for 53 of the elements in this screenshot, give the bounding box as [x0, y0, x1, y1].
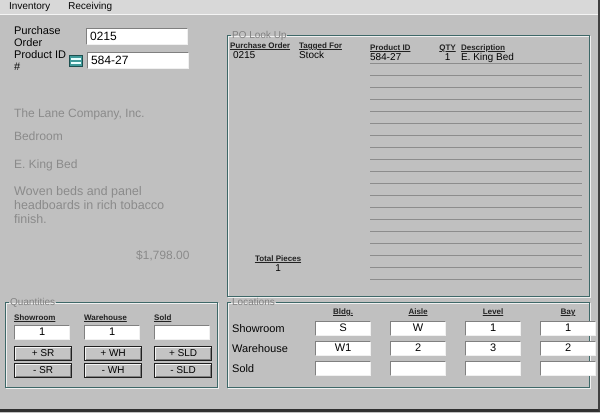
text-field[interactable]: 3 [465, 341, 521, 356]
add-button[interactable]: + SR [14, 346, 72, 361]
text-field[interactable]: S [315, 321, 371, 336]
total-pieces-value: 1 [275, 263, 281, 274]
order-number: 0215 [232, 50, 256, 61]
text-field[interactable]: 584-27 [87, 52, 189, 69]
column-header: Bay [560, 308, 576, 316]
text-field[interactable] [465, 361, 521, 376]
row-label: Sold [232, 362, 256, 374]
text-field[interactable]: W1 [315, 341, 371, 356]
panel-title: PO Look Up [231, 30, 288, 41]
text-field[interactable]: 1 [540, 321, 596, 336]
column-header: Purchase Order [230, 41, 292, 50]
panel-title: Quantities [9, 297, 56, 308]
text-field[interactable]: 1 [14, 325, 70, 340]
menu-item[interactable]: Receiving [68, 0, 112, 14]
panel-title: Locations [231, 297, 276, 308]
list-icon[interactable] [69, 54, 83, 66]
field-label: Product ID # [14, 48, 67, 72]
menu-item[interactable]: Inventory [9, 0, 50, 14]
add-button[interactable]: + WH [84, 346, 142, 361]
column-header: Showroom [14, 313, 56, 324]
text-field[interactable] [390, 361, 446, 376]
text-field[interactable]: 1 [465, 321, 521, 336]
tagged-for-text: Stock [299, 50, 324, 61]
column-header: Level [482, 308, 504, 316]
add-button[interactable]: + SLD [154, 346, 212, 361]
column-header: Bldg. [332, 308, 354, 316]
text-field[interactable] [315, 361, 371, 376]
table-cell-text: E. King Bed [461, 52, 515, 63]
row-label: Showroom [232, 322, 286, 334]
column-header: Tagged For [299, 41, 342, 50]
text-field[interactable] [540, 361, 596, 376]
column-header: Product ID [370, 43, 412, 52]
column-header: Aisle [407, 308, 429, 316]
column-header: Description [461, 43, 506, 52]
text-field[interactable]: 2 [540, 341, 596, 356]
column-header: Sold [154, 313, 172, 324]
text-field[interactable]: W [390, 321, 446, 336]
remove-button[interactable]: - SLD [154, 363, 212, 378]
row-label: Warehouse [232, 342, 289, 354]
remove-button[interactable]: - WH [84, 363, 142, 378]
table-cell-text: 1 [444, 52, 452, 63]
text-field[interactable]: 0215 [86, 28, 188, 45]
text-field[interactable]: 2 [390, 341, 446, 356]
column-header: QTY [438, 43, 457, 52]
total-pieces-label: Total Pieces [254, 254, 302, 263]
text-field[interactable] [154, 325, 210, 340]
table-cell-text: 584-27 [370, 52, 402, 63]
field-label: Purchase Order [14, 24, 62, 48]
column-header: Warehouse [84, 313, 128, 324]
remove-button[interactable]: - SR [14, 363, 72, 378]
text-field[interactable]: 1 [84, 325, 140, 340]
